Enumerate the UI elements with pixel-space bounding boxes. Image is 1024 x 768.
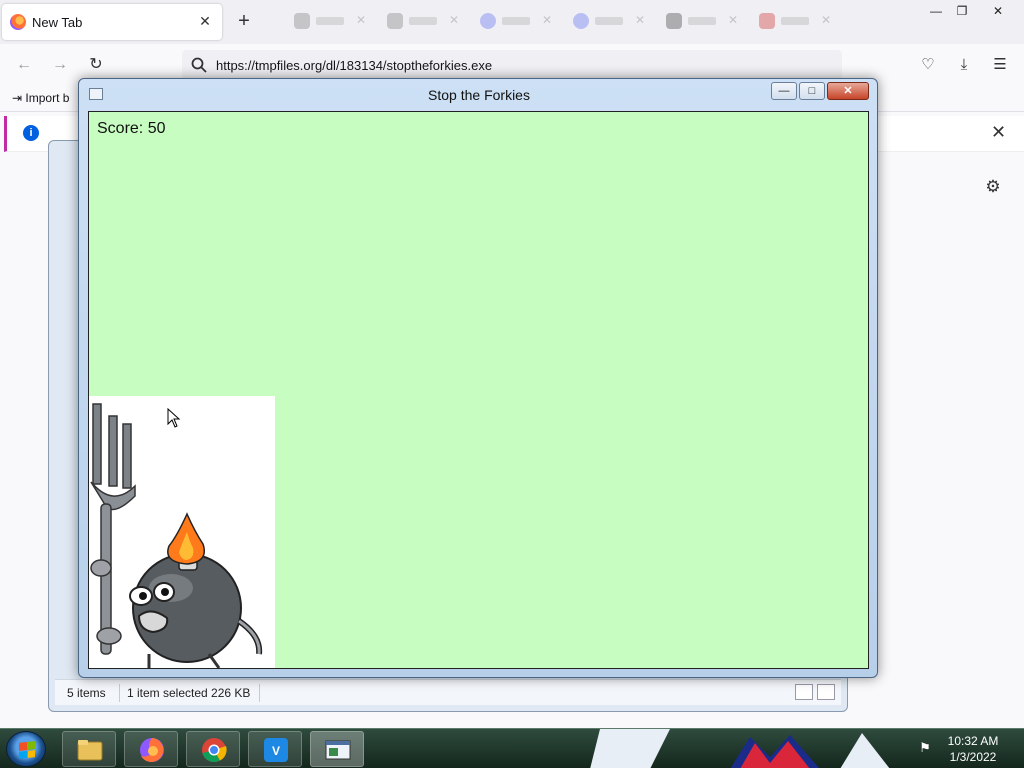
game-canvas[interactable]: Score: 50 <box>88 111 869 669</box>
close-icon[interactable]: ✕ <box>635 13 645 27</box>
close-icon[interactable]: ✕ <box>728 13 738 27</box>
close-icon[interactable]: ✕ <box>821 13 831 27</box>
item-count: 5 items <box>67 686 106 700</box>
menu-icon[interactable]: ☰ <box>988 54 1012 76</box>
game-window[interactable]: Stop the Forkies — □ ✕ Score: 50 <box>78 78 878 678</box>
url-text: https://tmpfiles.org/dl/183134/stopthefo… <box>216 58 493 73</box>
forward-button[interactable]: → <box>48 54 72 76</box>
preview-view-icon[interactable] <box>817 684 835 700</box>
pocket-icon[interactable]: ♡ <box>916 54 940 76</box>
game-window-title: Stop the Forkies <box>428 87 530 103</box>
gear-icon[interactable]: ⚙ <box>984 178 1002 196</box>
background-tab[interactable]: ✕ <box>290 10 370 32</box>
bomb-body <box>129 553 263 669</box>
background-tab[interactable]: ✕ <box>569 10 649 32</box>
close-icon[interactable]: ✕ <box>542 13 552 27</box>
background-tab[interactable]: ✕ <box>662 10 742 32</box>
forkie-sprite[interactable] <box>89 396 275 669</box>
details-view-icon[interactable] <box>795 684 813 700</box>
mouse-cursor-icon <box>167 408 181 428</box>
chrome-icon <box>202 738 227 763</box>
background-tab[interactable]: ✕ <box>383 10 463 32</box>
background-tab[interactable]: ✕ <box>476 10 556 32</box>
window-maximize-button[interactable]: ❐ <box>950 2 974 20</box>
clock-date: 1/3/2022 <box>949 750 997 764</box>
game-close-button[interactable]: ✕ <box>827 82 869 100</box>
taskbar-firefox[interactable] <box>124 731 178 767</box>
start-button[interactable] <box>6 731 46 767</box>
tab-favicon-icon <box>759 13 775 29</box>
clock-time: 10:32 AM <box>947 734 999 748</box>
network-icon[interactable]: ⚑ <box>916 739 934 757</box>
game-maximize-button[interactable]: □ <box>799 82 825 100</box>
app-window-icon <box>325 740 351 760</box>
taskbar-explorer[interactable] <box>62 731 116 767</box>
notification-close-button[interactable]: ✕ <box>991 122 1006 143</box>
svg-text:V: V <box>272 744 280 758</box>
vscode-icon: V <box>264 738 288 762</box>
tab-title: New Tab <box>32 15 83 30</box>
taskbar-chrome[interactable] <box>186 731 240 767</box>
fork-icon <box>90 403 136 655</box>
folder-icon <box>77 740 103 761</box>
reload-button[interactable]: ↻ <box>84 54 108 76</box>
back-button[interactable]: ← <box>12 54 36 76</box>
windows-logo-icon <box>19 741 35 759</box>
tab-favicon-icon <box>666 13 682 29</box>
import-bookmarks-link[interactable]: ⇥ Import b <box>12 91 69 105</box>
new-tab-button[interactable]: + <box>232 10 256 34</box>
taskbar-game-app[interactable] <box>310 731 364 767</box>
firefox-icon <box>10 14 26 30</box>
info-icon: i <box>23 125 39 141</box>
explorer-status-bar: 5 items 1 item selected 226 KB <box>55 679 841 705</box>
tab-favicon-icon <box>387 13 403 29</box>
desktop-screen: New Tab ✕ + ✕ ✕ ✕ ✕ ✕ ✕ — ❐ ✕ ← → ↻ http… <box>0 0 1024 768</box>
search-icon <box>191 57 207 73</box>
tab-close-button[interactable]: ✕ <box>196 12 214 30</box>
browser-tab-strip: New Tab ✕ + ✕ ✕ ✕ ✕ ✕ ✕ — ❐ ✕ <box>0 0 1024 44</box>
system-clock[interactable]: 10:32 AM 1/3/2022 <box>942 733 1004 765</box>
window-minimize-button[interactable]: — <box>924 2 948 20</box>
score-label: Score: 50 <box>97 120 166 137</box>
forkie-character-image <box>90 403 263 669</box>
firefox-icon <box>140 738 164 762</box>
window-close-button[interactable]: ✕ <box>986 2 1010 20</box>
taskbar-vscode[interactable]: V <box>248 731 302 767</box>
download-icon[interactable]: ⤓ <box>952 54 976 76</box>
background-tab[interactable]: ✕ <box>755 10 835 32</box>
tab-favicon-icon <box>480 13 496 29</box>
desktop-wallpaper-art <box>590 729 890 768</box>
import-bookmarks-label: Import b <box>25 91 70 105</box>
url-bar[interactable]: https://tmpfiles.org/dl/183134/stopthefo… <box>182 50 842 80</box>
game-minimize-button[interactable]: — <box>771 82 797 100</box>
close-icon[interactable]: ✕ <box>356 13 366 27</box>
tab-new-tab[interactable]: New Tab ✕ <box>2 4 222 40</box>
tab-favicon-icon <box>573 13 589 29</box>
windows-taskbar: V ⚑ 10:32 AM 1/3/2022 <box>0 728 1024 768</box>
selection-info: 1 item selected 226 KB <box>127 686 251 700</box>
close-icon[interactable]: ✕ <box>449 13 459 27</box>
tab-favicon-icon <box>294 13 310 29</box>
